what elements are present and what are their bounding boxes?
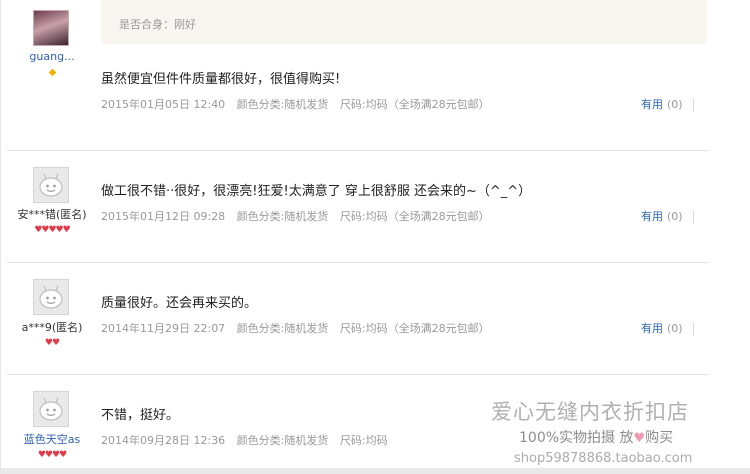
review-date: 2015年01月12日 09:28	[101, 210, 226, 223]
useful-button[interactable]: 有用	[641, 210, 663, 223]
heart-icon: ♥♥	[44, 338, 60, 348]
buyer-level-badge: ♥♥	[7, 338, 97, 348]
useful-count: (0)	[667, 98, 683, 111]
avatar[interactable]	[33, 391, 69, 427]
fit-info-box: 是否合身：刚好	[101, 0, 707, 44]
review-color: 颜色分类:随机发货	[236, 210, 329, 223]
review-color: 颜色分类:随机发货	[236, 98, 329, 111]
review-meta: 2015年01月05日 12:40 颜色分类:随机发货 尺码:均码（全场满28元…	[101, 96, 498, 112]
review-color: 颜色分类:随机发货	[236, 322, 329, 335]
review-size: 尺码:均码	[339, 434, 388, 447]
useful-vote: 有用 (0)	[641, 320, 694, 336]
buyer-level-badge: ♥♥♥♥	[7, 450, 97, 460]
review-meta: 2015年01月12日 09:28 颜色分类:随机发货 尺码:均码（全场满28元…	[101, 208, 498, 224]
review-item: guang... ◆ 是否合身：刚好 虽然便宜但件件质量都很好，很值得购买! 2…	[7, 0, 709, 151]
default-avatar-icon	[39, 397, 63, 421]
useful-vote: 有用 (0)	[641, 96, 694, 112]
review-item: 安***错(匿名) ♥♥♥♥♥ 做工很不错··很好，很漂亮!狂爱!太满意了 穿上…	[7, 151, 709, 263]
review-text: 做工很不错··很好，很漂亮!狂爱!太满意了 穿上很舒服 还会来的~（^_^）	[101, 184, 532, 199]
heart-icon: ♥	[633, 431, 646, 446]
reviewer-name[interactable]: 安***错(匿名)	[7, 206, 97, 222]
review-date: 2015年01月05日 12:40	[101, 98, 226, 111]
buyer-level-badge: ♥♥♥♥♥	[7, 225, 97, 235]
reviewer-name[interactable]: a***9(匿名)	[7, 319, 97, 335]
slogan-text-b: 购买	[645, 430, 674, 446]
divider	[692, 210, 694, 224]
review-date: 2014年09月28日 12:36	[101, 434, 226, 447]
review-meta: 2014年11月29日 22:07 颜色分类:随机发货 尺码:均码（全场满28元…	[101, 320, 498, 336]
avatar[interactable]	[33, 279, 69, 315]
review-size: 尺码:均码（全场满28元包邮）	[339, 210, 490, 223]
reviewer-name[interactable]: guang...	[7, 50, 97, 63]
fit-label: 是否合身：刚好	[119, 18, 196, 31]
review-text: 不错，挺好。	[101, 408, 180, 423]
useful-button[interactable]: 有用	[641, 98, 663, 111]
bottom-scroll-edge	[1, 468, 750, 474]
default-avatar-icon	[39, 285, 63, 309]
useful-count: (0)	[667, 210, 683, 223]
shop-url-watermark: shop59878868.taobao.com	[514, 451, 693, 466]
avatar[interactable]	[33, 10, 69, 46]
avatar[interactable]	[33, 167, 69, 203]
review-meta: 2014年09月28日 12:36 颜色分类:随机发货 尺码:均码	[101, 432, 396, 448]
shop-watermark: 爱心无缝内衣折扣店	[491, 400, 689, 424]
review-item: a***9(匿名) ♥♥ 质量很好。还会再来买的。 2014年11月29日 22…	[7, 263, 709, 375]
slogan-text-a: 100%实物拍摄 放	[519, 430, 634, 446]
divider	[692, 98, 694, 112]
diamond-icon: ◆	[48, 67, 57, 78]
useful-count: (0)	[667, 322, 683, 335]
review-list: guang... ◆ 是否合身：刚好 虽然便宜但件件质量都很好，很值得购买! 2…	[0, 0, 750, 474]
review-date: 2014年11月29日 22:07	[101, 322, 226, 335]
buyer-level-badge: ◆	[7, 68, 97, 78]
review-text: 虽然便宜但件件质量都很好，很值得购买!	[101, 72, 341, 87]
heart-icon: ♥♥♥♥♥	[34, 225, 70, 235]
divider	[692, 322, 694, 336]
review-color: 颜色分类:随机发货	[236, 434, 329, 447]
review-size: 尺码:均码（全场满28元包邮）	[339, 98, 490, 111]
review-text: 质量很好。还会再来买的。	[101, 296, 258, 311]
useful-button[interactable]: 有用	[641, 322, 663, 335]
reviewer-name[interactable]: 蓝色天空as	[7, 431, 97, 447]
review-size: 尺码:均码（全场满28元包邮）	[339, 322, 490, 335]
heart-icon: ♥♥♥♥	[37, 450, 67, 460]
slogan-watermark: 100%实物拍摄 放♥购买	[519, 427, 673, 447]
useful-vote: 有用 (0)	[641, 208, 694, 224]
default-avatar-icon	[39, 173, 63, 197]
